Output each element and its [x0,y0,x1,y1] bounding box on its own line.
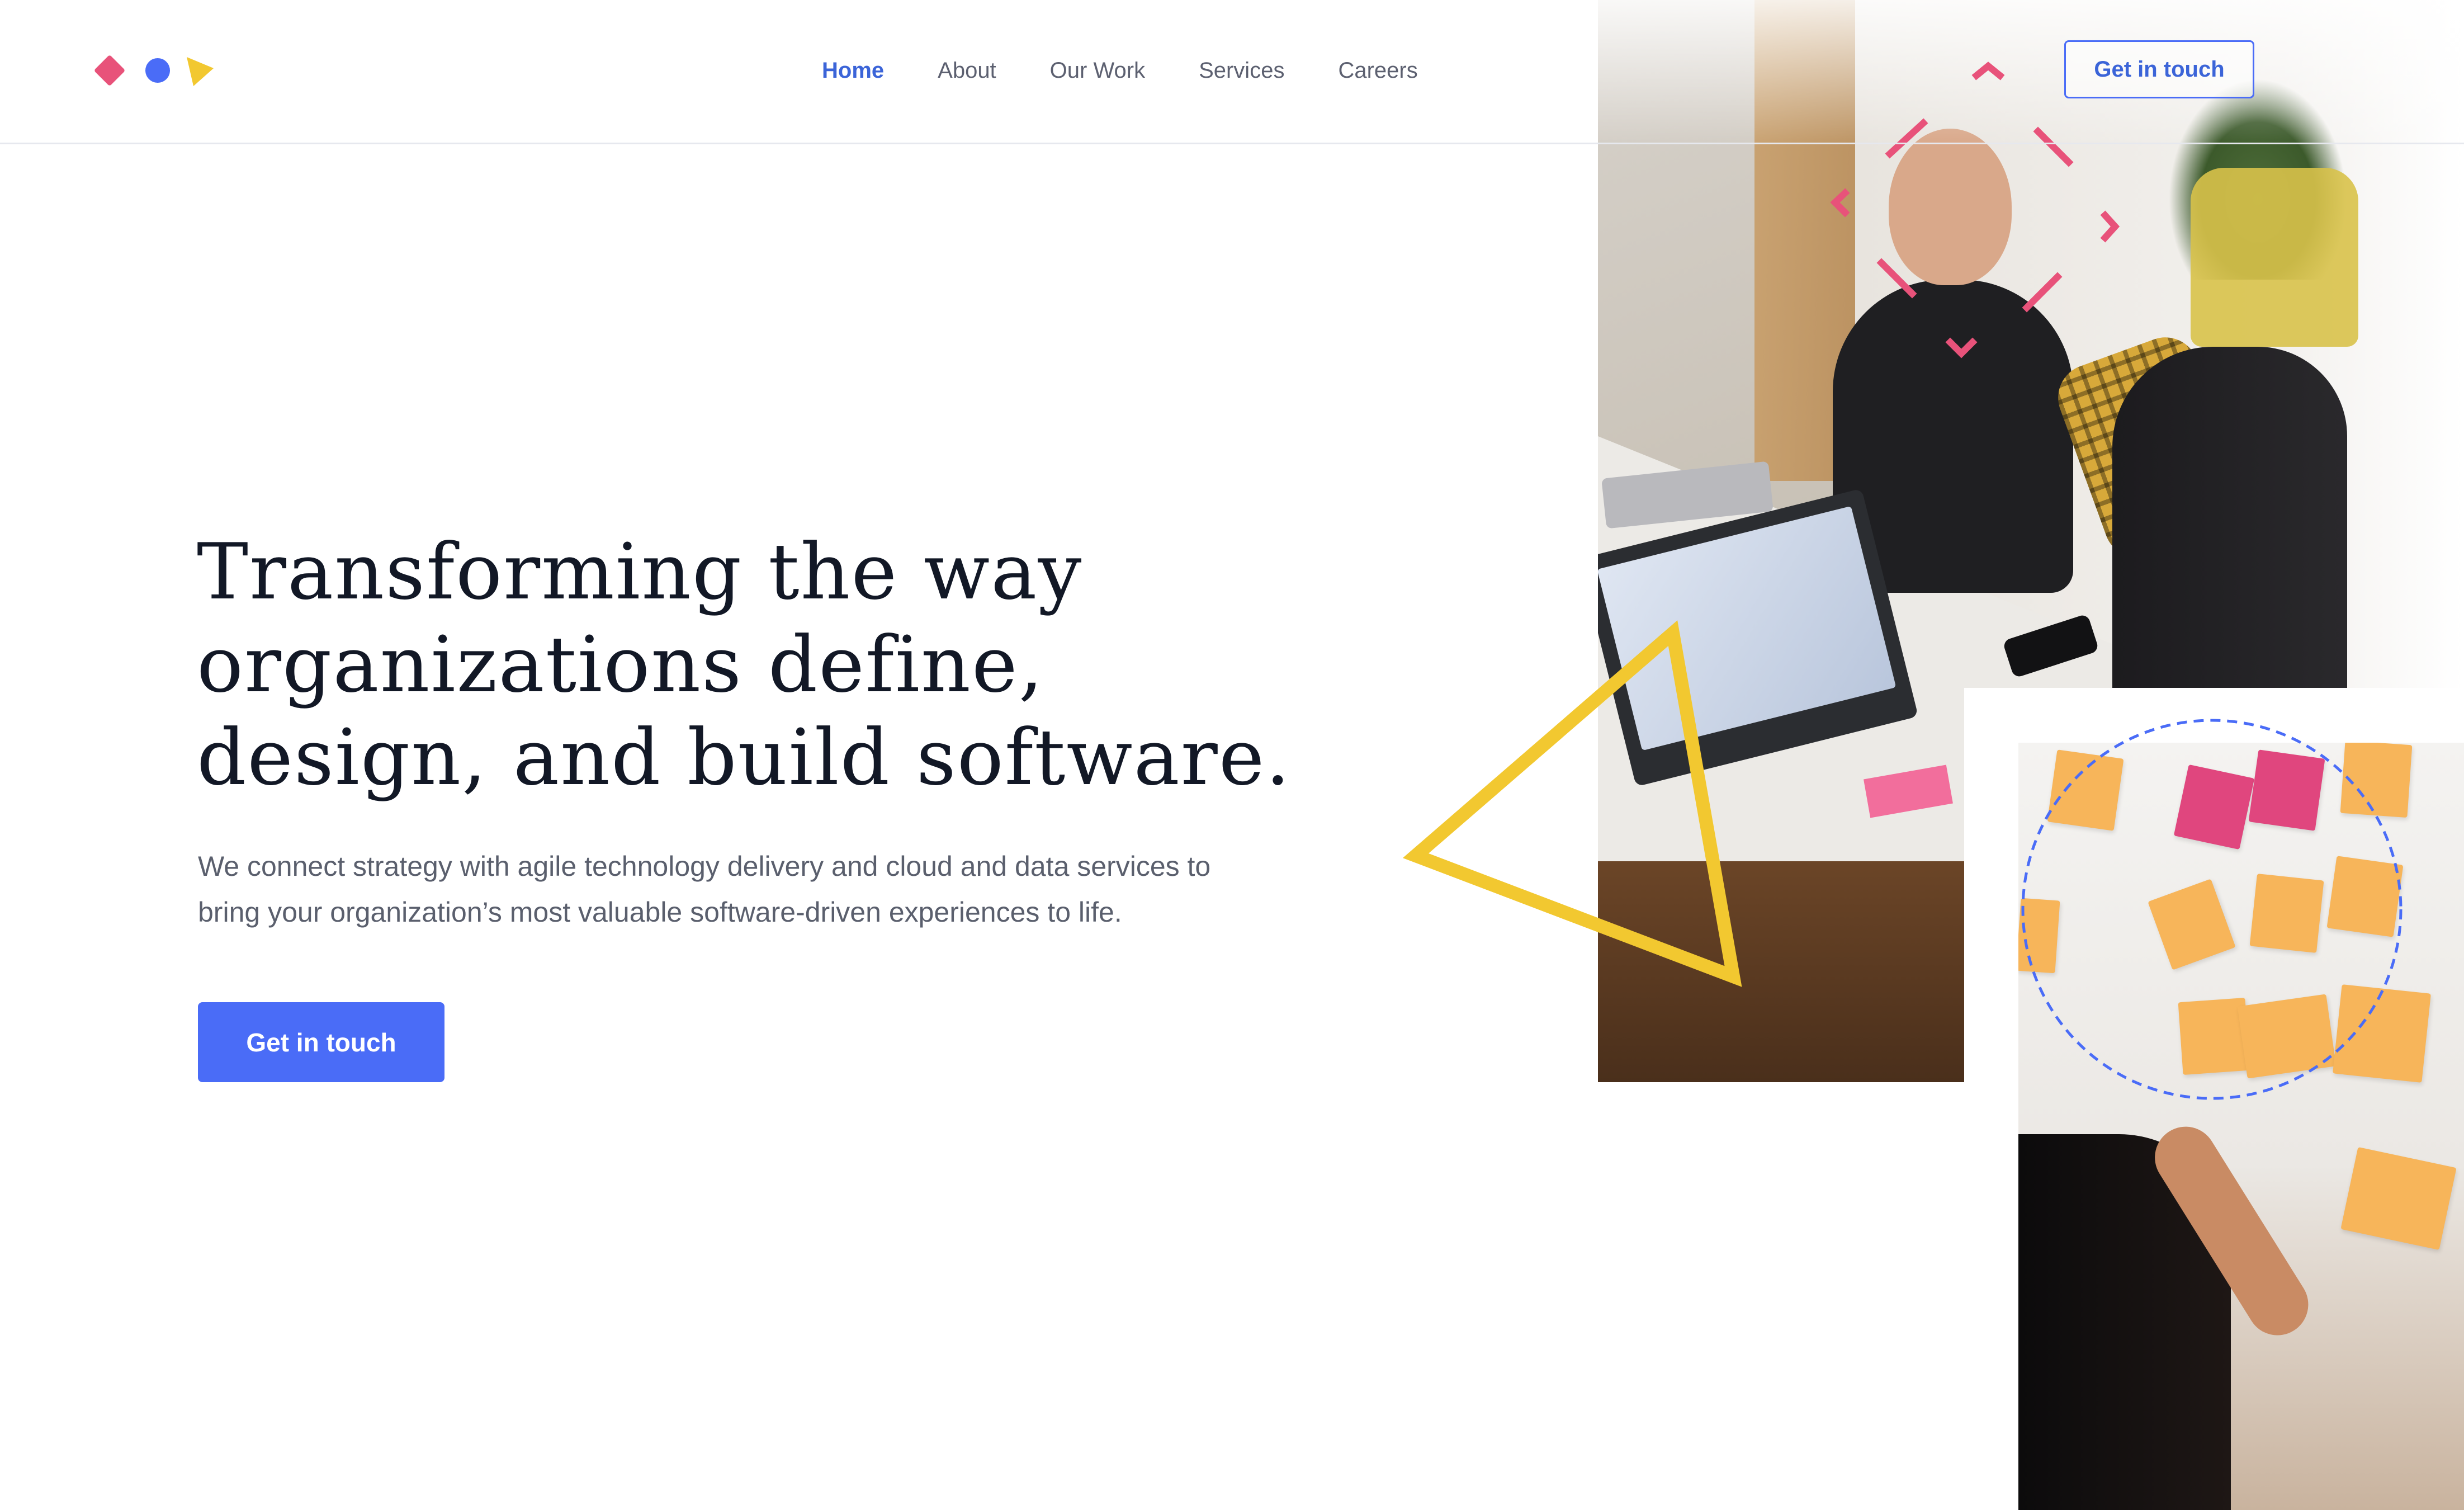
hero-subtitle: We connect strategy with agile technolog… [198,851,1211,928]
circle-icon [145,58,170,83]
nav-services[interactable]: Services [1199,54,1284,87]
main-nav: Home About Our Work Services Careers [822,54,1472,87]
chair [2191,168,2358,347]
nav-about[interactable]: About [938,54,996,87]
header-get-in-touch-button[interactable]: Get in touch [2064,40,2254,98]
note [2340,1146,2457,1251]
sticky-notes-photo [2018,743,2464,1510]
note [2173,764,2255,850]
floor [1598,861,1989,1082]
note [2249,874,2324,953]
note [2333,984,2431,1083]
note [2018,898,2060,974]
nav-careers[interactable]: Careers [1338,54,1417,87]
page: Home About Our Work Services Careers Get… [0,0,2464,1510]
hero-title: Transforming the way organizations defin… [197,527,1292,803]
nav-home[interactable]: Home [822,54,884,87]
nav-our-work[interactable]: Our Work [1050,54,1145,87]
note [2047,749,2124,831]
note [2326,856,2404,937]
logo[interactable] [92,53,226,89]
hero-get-in-touch-button[interactable]: Get in touch [198,1002,444,1082]
note [2237,994,2337,1079]
diamond-icon [93,54,126,87]
note [2148,879,2236,970]
person-head [1889,129,2012,285]
triangle-icon [187,57,214,86]
note [2248,749,2325,831]
note [2340,743,2413,818]
